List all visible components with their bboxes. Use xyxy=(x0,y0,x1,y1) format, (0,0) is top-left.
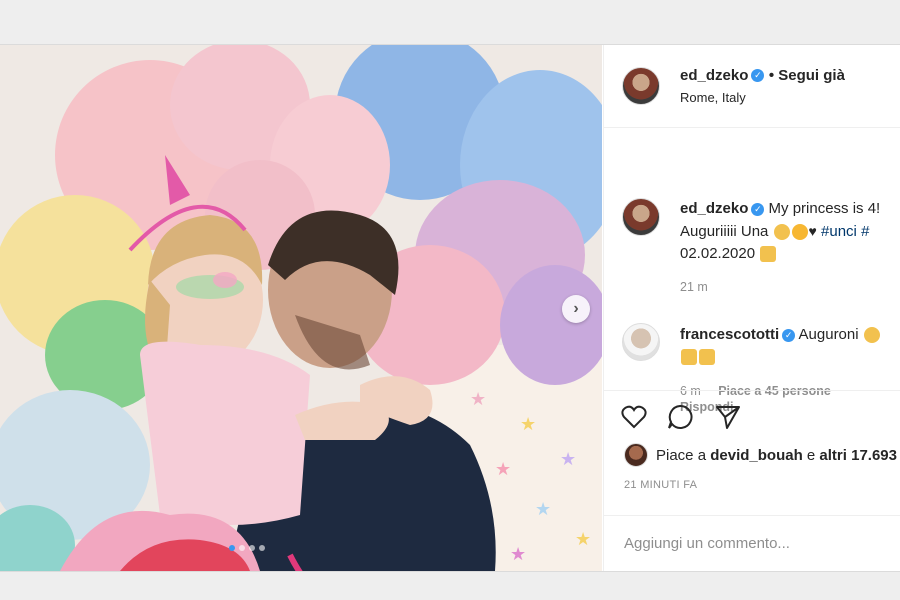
party-popper-icon xyxy=(760,246,777,263)
commenter-avatar[interactable] xyxy=(622,323,660,361)
party-popper-icon xyxy=(773,224,790,241)
likes-prefix: Piace a xyxy=(656,446,707,464)
carousel-dot xyxy=(259,545,265,551)
svg-text:★: ★ xyxy=(560,449,576,470)
author-line: ed_dzeko ✓ • Segui già xyxy=(680,67,845,85)
liker-avatar[interactable] xyxy=(624,443,648,467)
comment-meta: 6 m Piace a 45 persone xyxy=(680,384,831,398)
comment-body: francescototti ✓ Auguroni xyxy=(680,324,895,368)
post-header: ed_dzeko ✓ • Segui già Rome, Italy xyxy=(604,45,900,128)
carousel-dot xyxy=(239,545,245,551)
svg-text:★: ★ xyxy=(470,389,486,410)
comment-input[interactable] xyxy=(622,530,886,556)
caption-time[interactable]: 21 m xyxy=(680,280,708,294)
commenter-username[interactable]: francescototti xyxy=(680,326,779,343)
heart-outline-icon[interactable] xyxy=(620,403,648,431)
post-caption: ed_dzeko ✓ My princess is 4! Auguriiiii U… xyxy=(680,198,900,265)
follow-status[interactable]: • Segui già xyxy=(769,67,845,84)
black-heart-icon: ♥ xyxy=(808,223,817,239)
svg-text:★: ★ xyxy=(575,529,591,550)
party-popper-icon xyxy=(699,349,715,366)
svg-text:★: ★ xyxy=(510,544,526,565)
comments-section: ed_dzeko ✓ My princess is 4! Auguriiiii U… xyxy=(604,128,900,414)
verified-badge-icon: ✓ xyxy=(782,328,796,342)
post-actions xyxy=(604,390,900,429)
post-photo[interactable]: ★ ★ ★ ★ ★ ★ ★ ★ xyxy=(0,45,602,571)
likes-summary: Piace a devid_bouah e altri 17.693 xyxy=(624,443,897,467)
post-location[interactable]: Rome, Italy xyxy=(680,90,746,105)
caption-author-username[interactable]: ed_dzeko xyxy=(680,200,748,217)
caption-text-line1: My princess is 4! xyxy=(768,200,881,217)
svg-text:★: ★ xyxy=(520,414,536,435)
author-avatar[interactable] xyxy=(622,67,660,105)
carousel-dots xyxy=(229,545,265,551)
next-slide-button[interactable]: › xyxy=(562,295,590,323)
add-comment-box xyxy=(604,515,900,572)
caption-text-line2: Auguriiiii Una xyxy=(680,223,769,240)
photo-illustration: ★ ★ ★ ★ ★ ★ ★ ★ xyxy=(0,45,602,571)
caption-date: 02.02.2020 xyxy=(680,245,756,262)
comment-time[interactable]: 6 m xyxy=(680,384,701,398)
paper-plane-icon[interactable] xyxy=(714,403,742,431)
svg-text:★: ★ xyxy=(535,499,551,520)
clapping-hands-icon xyxy=(863,327,880,344)
comment-likes[interactable]: Piace a 45 persone xyxy=(718,384,831,398)
author-username[interactable]: ed_dzeko xyxy=(680,67,748,84)
heart-eyes-icon xyxy=(791,224,808,241)
caption-hashtag-more[interactable]: # xyxy=(861,223,869,240)
instagram-post-card: ★ ★ ★ ★ ★ ★ ★ ★ xyxy=(0,44,900,572)
svg-text:★: ★ xyxy=(495,459,511,480)
verified-badge-icon: ✓ xyxy=(751,202,765,216)
likes-others[interactable]: altri 17.693 xyxy=(819,447,897,464)
follow-status-label: Segui già xyxy=(778,67,845,84)
post-timestamp[interactable]: 21 MINUTI FA xyxy=(624,479,697,491)
caption-hashtag[interactable]: #unci xyxy=(821,223,857,240)
carousel-dot xyxy=(249,545,255,551)
liker-username[interactable]: devid_bouah xyxy=(710,447,803,464)
speech-bubble-icon[interactable] xyxy=(666,403,694,431)
verified-badge-icon: ✓ xyxy=(751,69,765,83)
carousel-dot xyxy=(229,545,235,551)
comment-text: Auguroni xyxy=(798,326,859,343)
likes-connector: e xyxy=(806,446,816,464)
caption-author-avatar[interactable] xyxy=(622,198,660,236)
post-side-panel: ed_dzeko ✓ • Segui già Rome, Italy ed_dze… xyxy=(603,45,900,571)
party-popper-icon xyxy=(681,349,697,366)
